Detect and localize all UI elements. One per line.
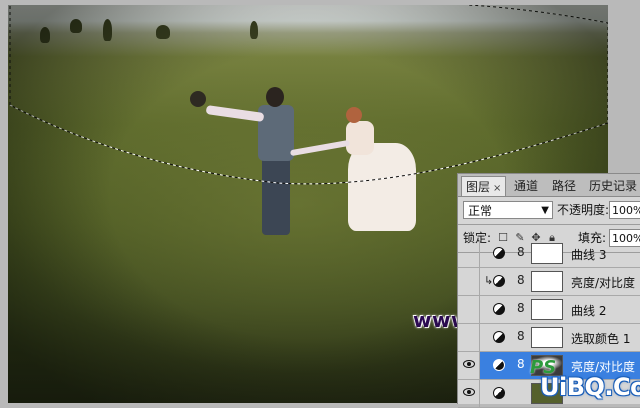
link-icon[interactable]: 8	[517, 357, 525, 371]
panel-tab-strip: 图层 × 通道 路径 历史记录	[458, 174, 640, 197]
tab-layers-label: 图层	[466, 180, 491, 194]
layer-name[interactable]: 曲线 3	[571, 246, 606, 263]
link-icon[interactable]: 8	[517, 273, 525, 287]
layer-row[interactable]: 8 选取颜色 1	[458, 324, 640, 352]
eye-icon[interactable]	[462, 360, 475, 368]
link-icon[interactable]: 8	[517, 245, 525, 259]
close-icon[interactable]: ×	[493, 183, 501, 194]
opacity-label: 不透明度:	[557, 203, 610, 217]
tab-channels-label: 通道	[514, 179, 539, 193]
adjustment-layer-icon	[493, 247, 505, 259]
visibility-cell[interactable]	[458, 296, 480, 323]
chevron-down-icon: ▼	[541, 205, 549, 216]
blend-mode-select[interactable]: 正常 ▼	[463, 201, 553, 219]
clipping-arrow-icon: ↳	[484, 274, 494, 287]
visibility-cell[interactable]	[458, 240, 480, 267]
layer-row[interactable]: 8 曲线 2	[458, 296, 640, 324]
link-icon[interactable]: 8	[517, 301, 525, 315]
layer-row[interactable]: 8 曲线 3	[458, 240, 640, 268]
layer-mask-thumbnail[interactable]	[531, 271, 563, 292]
blend-mode-value: 正常	[468, 204, 493, 218]
tab-paths-label: 路径	[552, 179, 577, 193]
tab-layers[interactable]: 图层 ×	[461, 176, 507, 196]
tab-history[interactable]: 历史记录	[585, 176, 640, 196]
layer-mask-thumbnail[interactable]	[531, 243, 563, 264]
layer-name[interactable]: 亮度/对比度	[571, 274, 635, 291]
visibility-cell[interactable]	[458, 268, 480, 295]
layer-mask-thumbnail[interactable]	[531, 299, 563, 320]
adjustment-layer-icon	[493, 303, 505, 315]
visibility-cell[interactable]	[458, 352, 480, 379]
layer-name[interactable]: 曲线 2	[571, 302, 606, 319]
adjustment-layer-icon	[493, 275, 505, 287]
tab-history-label: 历史记录	[589, 179, 638, 193]
tab-channels[interactable]: 通道	[510, 176, 542, 196]
opacity-field[interactable]: 100%	[609, 201, 640, 219]
visibility-cell[interactable]	[458, 324, 480, 351]
site-logo: UiBQ.CoM	[540, 373, 640, 401]
layer-mask-thumbnail[interactable]	[531, 327, 563, 348]
divider	[458, 224, 640, 225]
layer-name[interactable]: 选取颜色 1	[571, 330, 630, 347]
adjustment-layer-icon	[493, 359, 505, 371]
tab-paths[interactable]: 路径	[548, 176, 580, 196]
layer-row[interactable]: ↳ 8 亮度/对比度	[458, 268, 640, 296]
eye-icon[interactable]	[462, 388, 475, 396]
adjustment-layer-icon	[493, 331, 505, 343]
link-icon[interactable]: 8	[517, 329, 525, 343]
adjustment-layer-icon	[493, 387, 505, 399]
